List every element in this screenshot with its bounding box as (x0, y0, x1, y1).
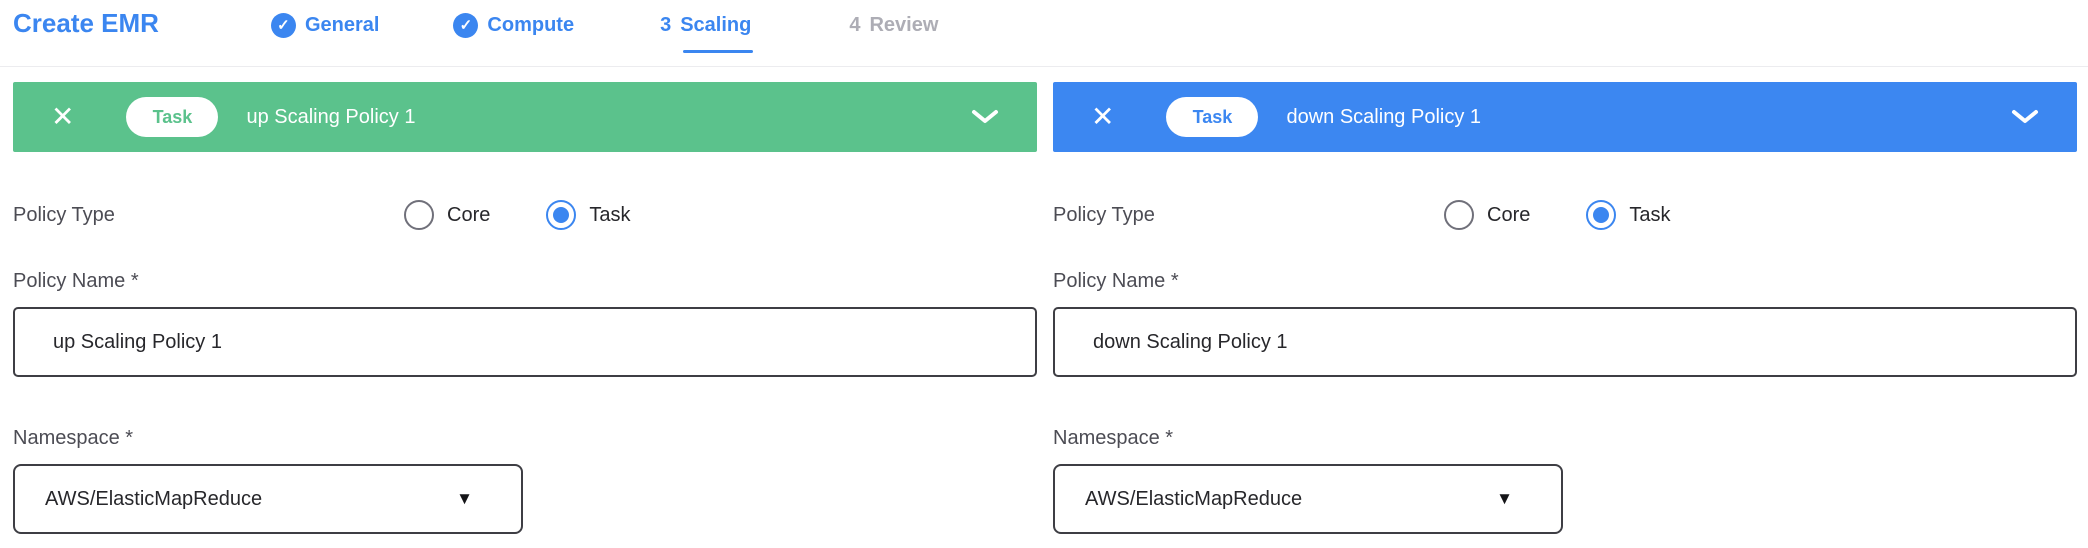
namespace-label: Namespace * (1053, 427, 2077, 450)
policy-bar-title: up Scaling Policy 1 (246, 106, 971, 129)
check-icon: ✓ (271, 13, 296, 38)
policy-type-row: Policy Type Core Task (13, 198, 1037, 232)
step-number: 3 (660, 12, 671, 38)
radio-task[interactable]: Task (1586, 200, 1670, 230)
policy-type-badge: Task (126, 97, 218, 137)
namespace-selected-value: AWS/ElasticMapReduce (1085, 488, 1496, 511)
check-icon: ✓ (453, 13, 478, 38)
step-label: Scaling (680, 12, 751, 38)
step-compute[interactable]: ✓ Compute (453, 10, 574, 38)
step-number: 4 (849, 12, 860, 38)
page-title: Create EMR (13, 7, 159, 39)
policy-name-label: Policy Name * (1053, 270, 2077, 293)
step-review[interactable]: 4 Review (849, 10, 938, 38)
policy-type-label: Policy Type (13, 204, 404, 227)
chevron-down-icon[interactable] (971, 109, 999, 125)
radio-label: Task (1629, 204, 1670, 227)
step-scaling[interactable]: 3 Scaling (660, 10, 751, 38)
policy-name-label: Policy Name * (13, 270, 1037, 293)
radio-core[interactable]: Core (1444, 200, 1530, 230)
step-label: Review (869, 12, 938, 38)
namespace-selected-value: AWS/ElasticMapReduce (45, 488, 456, 511)
policy-header-bar-up[interactable]: ✕ Task up Scaling Policy 1 (13, 82, 1037, 152)
close-icon[interactable]: ✕ (1091, 103, 1114, 131)
radio-label: Task (589, 204, 630, 227)
namespace-select[interactable]: AWS/ElasticMapReduce ▼ (1053, 464, 1563, 534)
scaling-policy-panel-down: ✕ Task down Scaling Policy 1 Policy Type… (1053, 82, 2077, 534)
namespace-select[interactable]: AWS/ElasticMapReduce ▼ (13, 464, 523, 534)
policy-type-row: Policy Type Core Task (1053, 198, 2077, 232)
step-label: General (305, 12, 379, 38)
policy-header-bar-down[interactable]: ✕ Task down Scaling Policy 1 (1053, 82, 2077, 152)
radio-label: Core (1487, 204, 1530, 227)
policy-type-badge: Task (1166, 97, 1258, 137)
wizard-header: Create EMR ✓ General ✓ Compute 3 Scaling… (0, 0, 2088, 67)
scaling-policy-panel-up: ✕ Task up Scaling Policy 1 Policy Type C… (13, 82, 1037, 534)
policy-name-input[interactable] (1053, 307, 2077, 377)
policy-type-radio-group: Core Task (404, 200, 630, 230)
wizard-steps: ✓ General ✓ Compute 3 Scaling 4 Review (271, 7, 938, 38)
caret-down-icon: ▼ (1496, 489, 1513, 509)
policy-type-label: Policy Type (1053, 204, 1444, 227)
radio-task[interactable]: Task (546, 200, 630, 230)
policy-type-radio-group: Core Task (1444, 200, 1670, 230)
close-icon[interactable]: ✕ (51, 103, 74, 131)
radio-circle-icon (404, 200, 434, 230)
radio-label: Core (447, 204, 490, 227)
policy-name-input[interactable] (13, 307, 1037, 377)
step-label: Compute (487, 12, 574, 38)
policy-bar-title: down Scaling Policy 1 (1286, 106, 2011, 129)
caret-down-icon: ▼ (456, 489, 473, 509)
radio-circle-icon (546, 200, 576, 230)
radio-core[interactable]: Core (404, 200, 490, 230)
namespace-label: Namespace * (13, 427, 1037, 450)
active-step-indicator (683, 50, 753, 53)
radio-circle-icon (1444, 200, 1474, 230)
chevron-down-icon[interactable] (2011, 109, 2039, 125)
radio-circle-icon (1586, 200, 1616, 230)
step-general[interactable]: ✓ General (271, 10, 379, 38)
